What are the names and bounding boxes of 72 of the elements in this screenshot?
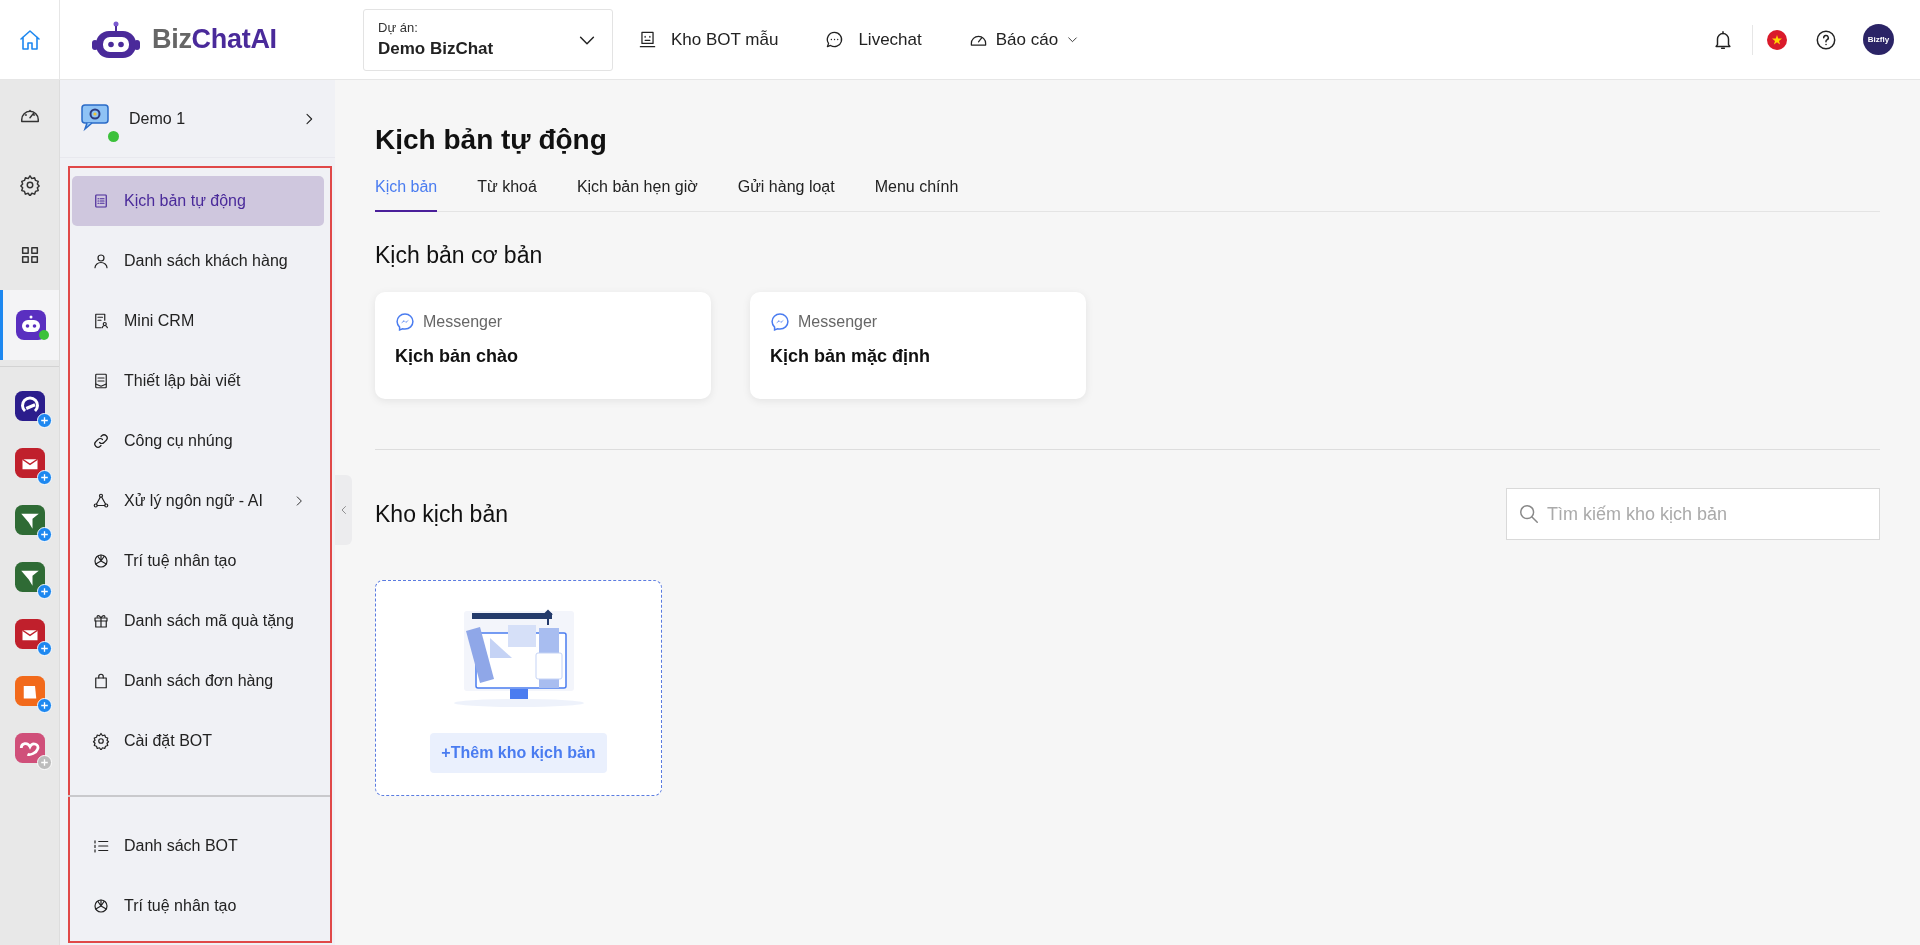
page-title: Kịch bản tự động <box>375 124 607 156</box>
nav-link[interactable]: Livechat <box>825 29 922 50</box>
section-heading: Kịch bản cơ bản <box>375 242 543 269</box>
knot-icon <box>92 552 110 570</box>
plus-badge-icon[interactable] <box>36 640 52 656</box>
menu-item[interactable]: Trí tuệ nhân tạo <box>72 881 324 931</box>
search-icon <box>1518 503 1540 525</box>
menu-item[interactable]: Kịch bản tự động <box>72 176 324 226</box>
menu-item[interactable]: Trí tuệ nhân tạo <box>72 536 324 586</box>
menu-item[interactable]: Cài đặt BOT <box>72 716 324 766</box>
search-field[interactable]: Tìm kiếm kho kịch bản <box>1506 488 1880 540</box>
document-icon <box>92 372 110 390</box>
app-icon[interactable] <box>14 390 45 421</box>
plus-badge-icon[interactable] <box>36 583 52 599</box>
flag-icon[interactable] <box>1767 29 1787 50</box>
help-icon <box>1815 28 1837 51</box>
nav-link[interactable]: Báo cáo <box>968 29 1080 50</box>
nodes-icon <box>92 492 110 510</box>
tab[interactable]: Gửi hàng loạt <box>737 168 835 212</box>
project-label: Dự án: <box>378 20 419 35</box>
robot-logo-icon <box>90 19 142 60</box>
account-avatar[interactable]: Bizfly <box>1863 24 1894 55</box>
menu-item[interactable]: Xử lý ngôn ngữ - AI <box>72 476 324 526</box>
app-icon[interactable] <box>14 504 45 535</box>
user-icon <box>92 252 110 270</box>
shopping-bag-icon <box>92 672 110 690</box>
app-icon[interactable] <box>14 618 45 649</box>
channel-label: Messenger <box>798 313 878 331</box>
settings-icon <box>18 174 41 196</box>
robot-face-icon <box>638 30 657 49</box>
bot-name: Demo 1 <box>129 109 187 128</box>
project-dropdown[interactable]: Dự án: Demo BizChat <box>363 8 613 71</box>
bell-icon <box>1712 28 1734 51</box>
chat-bubble-icon <box>825 30 845 49</box>
numbered-list-icon <box>92 837 110 855</box>
tab[interactable]: Kịch bản hẹn giờ <box>576 168 698 212</box>
menu-item[interactable]: Danh sách đơn hàng <box>72 656 324 706</box>
card-title: Kịch bản mặc định <box>770 346 932 367</box>
messenger-icon <box>770 312 790 332</box>
menu-item[interactable]: Công cụ nhúng <box>72 416 324 466</box>
menu-item[interactable]: Thiết lập bài viết <box>72 356 324 406</box>
list-document-icon <box>92 192 110 210</box>
script-card[interactable]: Messenger Kịch bản chào <box>375 292 711 399</box>
app-icon[interactable] <box>14 561 45 592</box>
document-user-icon <box>92 312 110 330</box>
menu-item[interactable]: Danh sách khách hàng <box>72 236 324 286</box>
nav-link[interactable]: Kho BOT mẫu <box>638 29 779 50</box>
tab[interactable]: Từ khoá <box>477 168 537 212</box>
tab[interactable]: Menu chính <box>874 168 959 212</box>
script-card[interactable]: Messenger Kịch bản mặc định <box>750 292 1086 399</box>
collapse-handle[interactable] <box>335 475 352 545</box>
messenger-icon <box>395 312 415 332</box>
brand-name: BizChatAI <box>152 24 277 55</box>
home-icon <box>17 27 42 52</box>
project-value: Demo BizChat <box>378 39 494 59</box>
app-icon[interactable] <box>14 447 45 478</box>
plus-badge-icon[interactable] <box>36 412 52 428</box>
knot-icon <box>92 897 110 915</box>
menu-item[interactable]: Danh sách BOT <box>72 821 324 871</box>
gift-icon <box>92 612 110 630</box>
robot-app-icon <box>16 310 46 340</box>
menu-item[interactable]: Mini CRM <box>72 296 324 346</box>
plus-badge-icon[interactable] <box>36 526 52 542</box>
bot-selector[interactable]: Demo 1 <box>60 80 335 158</box>
link-icon <box>92 432 110 450</box>
plus-badge-icon[interactable] <box>36 469 52 485</box>
section-heading: Kho kịch bản <box>375 500 508 528</box>
menu-item[interactable]: Danh sách mã quà tặng <box>72 596 324 646</box>
channel-label: Messenger <box>423 313 503 331</box>
settings-icon <box>92 732 110 750</box>
card-title: Kịch bản chào <box>395 346 520 367</box>
tab[interactable]: Kịch bản <box>375 168 438 212</box>
